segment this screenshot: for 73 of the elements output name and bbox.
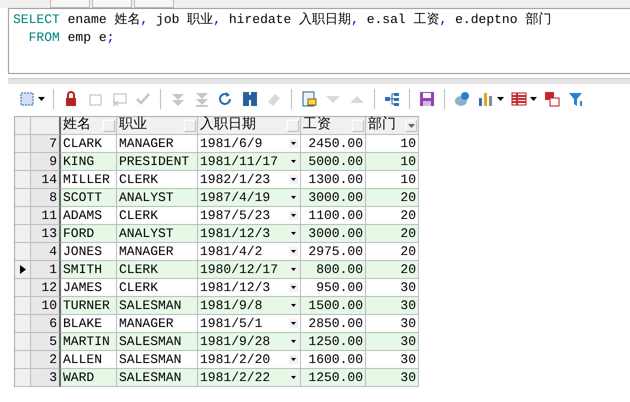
caret-icon xyxy=(497,97,504,101)
dropdown-arrow-icon[interactable] xyxy=(289,211,298,220)
table-cell: 1981/2/22 xyxy=(200,369,270,386)
row-number: 10 xyxy=(31,297,61,315)
save-icon xyxy=(418,90,436,108)
row-number: 5 xyxy=(31,333,61,351)
dropdown-arrow-icon[interactable] xyxy=(289,337,298,346)
row-number: 6 xyxy=(31,315,61,333)
table-cell: 1981/4/2 xyxy=(200,243,262,260)
tab[interactable] xyxy=(50,0,90,8)
row-number: 7 xyxy=(31,135,61,153)
tab[interactable] xyxy=(134,0,174,8)
dropdown-arrow-icon[interactable] xyxy=(289,283,298,292)
column-dropdown-button[interactable] xyxy=(405,120,417,132)
table-cell: 1980/12/17 xyxy=(200,261,278,278)
table-cell: 30 xyxy=(366,369,419,387)
column-filter-button[interactable] xyxy=(103,120,115,132)
row-number: 2 xyxy=(31,351,61,369)
corner-cell xyxy=(15,117,31,135)
table-cell: 1981/12/3 xyxy=(200,225,270,242)
table-cell: 1981/5/1 xyxy=(200,315,262,332)
caret-icon xyxy=(38,97,45,101)
dropdown-arrow-icon[interactable] xyxy=(289,229,298,238)
row-indicator[interactable] xyxy=(15,261,31,279)
dropdown-arrow-icon[interactable] xyxy=(289,247,298,256)
table-cell: 1982/1/23 xyxy=(200,171,270,188)
dropdown-arrow-icon[interactable] xyxy=(289,373,298,382)
tree-icon xyxy=(383,90,401,108)
row-number: 1 xyxy=(31,261,61,279)
move-last-icon xyxy=(193,90,211,108)
row-number: 14 xyxy=(31,171,61,189)
table-cell: 1981/9/8 xyxy=(200,297,262,314)
row-number: 3 xyxy=(31,369,61,387)
dropdown-arrow-icon[interactable] xyxy=(289,139,298,148)
grid-select-icon xyxy=(18,90,36,108)
current-row-icon xyxy=(20,265,26,274)
table-cell: SALESMAN xyxy=(117,369,198,387)
filter-icon xyxy=(567,90,585,108)
table-cell: 1987/4/19 xyxy=(200,189,270,206)
row-number: 9 xyxy=(31,153,61,171)
table-cell: 1981/11/17 xyxy=(200,153,278,170)
dropdown-arrow-icon[interactable] xyxy=(289,301,298,310)
dropdown-arrow-icon[interactable] xyxy=(289,319,298,328)
row-number: 4 xyxy=(31,243,61,261)
table-cell: 1987/5/23 xyxy=(200,207,270,224)
dropdown-arrow-icon[interactable] xyxy=(289,355,298,364)
table-cell: WARD xyxy=(61,369,117,387)
tab[interactable] xyxy=(92,0,132,8)
copy-icon xyxy=(543,90,561,108)
dropdown-arrow-icon[interactable] xyxy=(289,193,298,202)
dropdown-arrow-icon[interactable] xyxy=(289,157,298,166)
code-line: FROM emp e; xyxy=(28,29,116,47)
dropdown-arrow-icon[interactable] xyxy=(289,265,298,274)
sql-editor[interactable]: SELECT ename 姓名, job 职业, hiredate 入职日期, e.sal 工资, e.deptno 部门 FROM emp e; xyxy=(8,8,630,74)
caret-icon xyxy=(530,97,537,101)
table-cell: 1981/9/28 xyxy=(200,333,270,350)
row-number: 8 xyxy=(31,189,61,207)
table-cell: 1981/12/3 xyxy=(200,279,270,296)
row-number: 13 xyxy=(31,225,61,243)
column-filter-button[interactable] xyxy=(352,120,364,132)
code-line: SELECT ename 姓名, job 职业, hiredate 入职日期, e.sal 工资, e.deptno 部门 xyxy=(13,11,552,29)
column-filter-button[interactable] xyxy=(287,120,299,132)
form-icon xyxy=(300,90,318,108)
table-cell: 1981/2/20 xyxy=(200,351,270,368)
table-icon xyxy=(510,90,528,108)
caret-icon xyxy=(408,124,414,128)
dropdown-arrow-icon[interactable] xyxy=(289,175,298,184)
column-filter-button[interactable] xyxy=(184,120,196,132)
table-cell: 1250.00 xyxy=(301,369,366,387)
bar-chart-icon xyxy=(477,90,495,108)
table-cell: 1981/6/9 xyxy=(200,135,262,152)
row-number: 12 xyxy=(31,279,61,297)
row-number: 11 xyxy=(31,207,61,225)
